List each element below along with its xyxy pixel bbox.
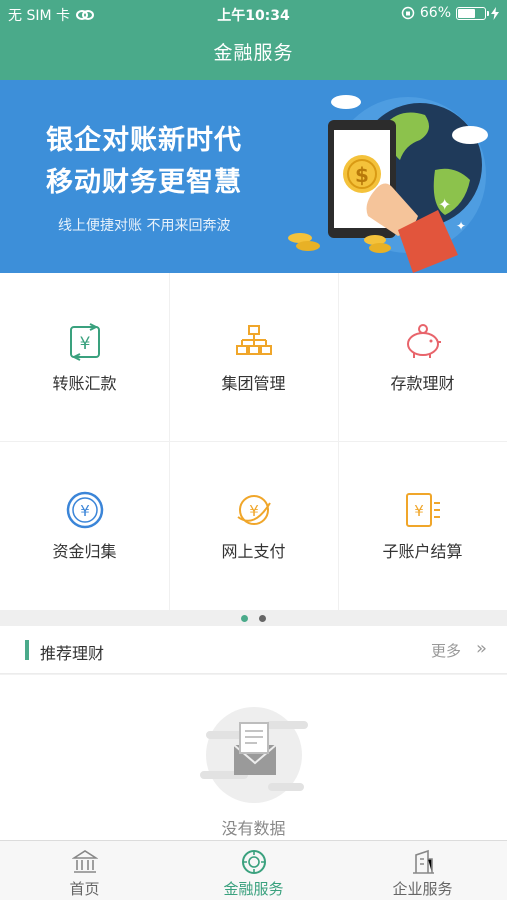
empty-state: 没有数据 — [0, 675, 507, 840]
promo-banner[interactable]: 银企对账新时代 移动财务更智慧 线上便捷对账 不用来回奔波 $ ✦ ✦ — [0, 80, 507, 273]
tab-home[interactable]: 首页 — [0, 841, 169, 900]
charging-icon — [491, 6, 499, 20]
battery-icon — [456, 6, 489, 20]
banner-headline-2: 移动财务更智慧 — [46, 167, 242, 198]
service-label: 存款理财 — [390, 374, 455, 393]
page-title: 金融服务 — [213, 42, 294, 64]
service-fund-pooling[interactable]: ¥ 资金归集 — [0, 441, 169, 609]
service-grid: ¥ 转账汇款 集团管理 存款理财 ¥ 资金归集 ¥ 网上支付 ¥ 子账户结算 — [0, 273, 507, 610]
tab-enterprise[interactable]: 企业服务 — [338, 841, 507, 900]
service-label: 转账汇款 — [52, 374, 117, 393]
service-label: 网上支付 — [221, 542, 286, 561]
svg-text:¥: ¥ — [80, 502, 90, 520]
more-link[interactable]: 更多 — [431, 640, 461, 661]
service-label: 资金归集 — [52, 542, 117, 561]
service-deposit-wealth[interactable]: 存款理财 — [338, 273, 507, 441]
svg-text:¥: ¥ — [414, 502, 424, 520]
empty-message: 没有数据 — [221, 819, 286, 838]
svg-text:✦: ✦ — [456, 219, 466, 233]
empty-mail-icon — [200, 707, 308, 803]
org-chart-icon — [236, 325, 272, 355]
banner-headline-1: 银企对账新时代 — [46, 125, 242, 156]
dollar-symbol: $ — [355, 163, 369, 187]
recommend-title: 推荐理财 — [40, 644, 105, 663]
transfer-icon: ¥ — [70, 323, 100, 361]
pager-dot[interactable] — [259, 615, 266, 622]
svg-text:✦: ✦ — [438, 195, 451, 214]
finance-icon — [242, 850, 266, 874]
tab-bar: 首页 金融服务 企业服务 — [0, 840, 507, 900]
building-icon — [413, 849, 434, 874]
pager-dot-active[interactable] — [241, 615, 248, 622]
yuan-coin-icon: ¥ — [66, 491, 104, 529]
piggy-bank-icon — [407, 324, 441, 358]
tab-label: 金融服务 — [223, 880, 284, 898]
sub-account-icon: ¥ — [406, 493, 440, 527]
banner-illustration: $ ✦ ✦ — [288, 95, 488, 273]
online-pay-icon: ¥ — [237, 495, 271, 525]
status-bar: 无 SIM 卡 上午10:34 66% — [0, 0, 507, 28]
section-accent-bar — [25, 640, 29, 660]
bank-icon — [72, 850, 98, 873]
service-transfer[interactable]: ¥ 转账汇款 — [0, 273, 169, 441]
service-group-management[interactable]: 集团管理 — [169, 273, 338, 441]
recommend-header: 推荐理财 更多 » — [0, 626, 507, 674]
orientation-lock-icon — [401, 6, 415, 20]
tab-label: 首页 — [69, 880, 100, 898]
app-header: 无 SIM 卡 上午10:34 66% 金融服务 — [0, 0, 507, 80]
tab-finance[interactable]: 金融服务 — [169, 841, 338, 900]
battery-percent: 66% — [419, 5, 451, 21]
service-label: 集团管理 — [221, 374, 286, 393]
service-label: 子账户结算 — [382, 542, 463, 561]
banner-subline: 线上便捷对账 不用来回奔波 — [58, 218, 231, 234]
pager-dots — [0, 610, 507, 626]
service-online-payment[interactable]: ¥ 网上支付 — [169, 441, 338, 609]
tab-label: 企业服务 — [392, 880, 453, 898]
service-sub-account-settlement[interactable]: ¥ 子账户结算 — [338, 441, 507, 609]
double-chevron-right-icon[interactable]: » — [476, 638, 487, 659]
svg-text:¥: ¥ — [80, 334, 91, 354]
